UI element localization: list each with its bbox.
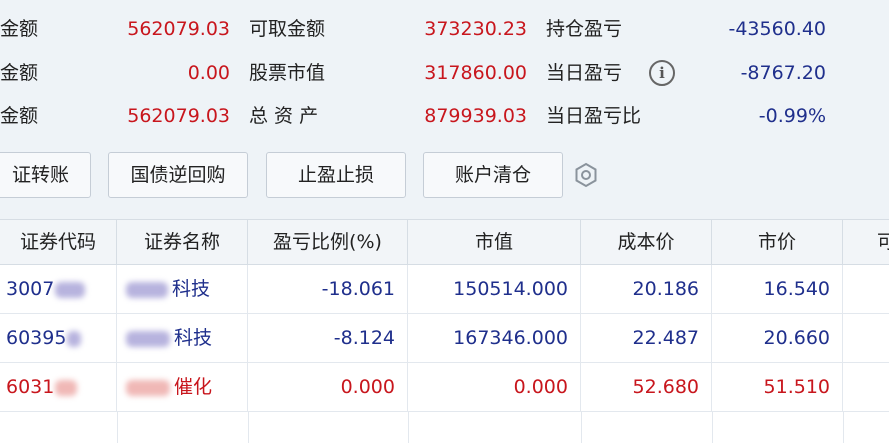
table-row[interactable]: 60395 科技 -8.124 167346.000 22.487 20.660 [0,314,889,363]
daily-pnl-value: -8767.20 [740,62,826,84]
cell-code: 60395 [0,314,117,362]
column-header-available[interactable]: 可 [843,220,889,264]
available-funds-label: 可取金额 [249,18,326,40]
summary-value: 562079.03 [127,105,230,127]
daily-pnl-label: 当日盈亏 [546,62,623,84]
column-divider [581,412,582,443]
cell-market-price: 51.510 [712,363,843,411]
total-assets-label: 总 资 产 [249,105,319,127]
cell-cost-price: 22.487 [581,314,712,362]
cell-code: 6031 [0,363,117,411]
summary-row-1: 金额 562079.03 可取金额 373230.23 持仓盈亏 -43560.… [0,17,889,41]
stop-profit-loss-button[interactable]: 止盈止损 [266,152,406,198]
summary-value: 0.00 [187,62,230,84]
cell-name: 催化 [117,363,248,411]
position-pnl-label: 持仓盈亏 [546,18,623,40]
summary-row-3: 金额 562079.03 总 资 产 879939.03 当日盈亏比 -0.99… [0,104,889,128]
total-assets-value: 879939.03 [424,105,527,127]
cell-name: 科技 [117,265,248,313]
daily-pnl-ratio-value: -0.99% [758,105,826,127]
column-divider [117,412,118,443]
cell-code: 3007 [0,265,117,313]
clear-account-button[interactable]: 账户清仓 [423,152,563,198]
summary-row-2: 金额 0.00 股票市值 317860.00 当日盈亏 -8767.20 [0,61,889,85]
account-summary: 金额 562079.03 可取金额 373230.23 持仓盈亏 -43560.… [0,0,889,140]
column-header-cost-price[interactable]: 成本价 [581,220,712,264]
cell-market-value: 0.000 [408,363,581,411]
summary-label: 金额 [0,105,39,127]
reverse-repo-button[interactable]: 国债逆回购 [108,152,248,198]
column-header-code[interactable]: 证券代码 [0,220,117,264]
cell-cost-price: 52.680 [581,363,712,411]
cell-pnl-ratio: 0.000 [248,363,408,411]
column-header-pnl-ratio[interactable]: 盈亏比例(%) [248,220,408,264]
cell-market-price: 16.540 [712,265,843,313]
cell-market-value: 150514.000 [408,265,581,313]
position-pnl-value: -43560.40 [728,18,826,40]
cell-available [843,363,889,411]
positions-table: 证券代码 证券名称 盈亏比例(%) 市值 成本价 市价 可 3007 科技 -1… [0,219,889,443]
column-header-name[interactable]: 证券名称 [117,220,248,264]
cell-available [843,265,889,313]
cell-cost-price: 20.186 [581,265,712,313]
available-funds-value: 373230.23 [424,18,527,40]
bank-transfer-button[interactable]: 证转账 [0,152,91,198]
settings-gear-icon[interactable] [573,162,599,188]
table-row[interactable]: 6031 催化 0.000 0.000 52.680 51.510 [0,363,889,412]
cell-available [843,314,889,362]
cell-market-value: 167346.000 [408,314,581,362]
summary-value: 562079.03 [127,18,230,40]
cell-pnl-ratio: -18.061 [248,265,408,313]
cell-market-price: 20.660 [712,314,843,362]
column-header-market-price[interactable]: 市价 [712,220,843,264]
cell-name: 科技 [117,314,248,362]
cell-pnl-ratio: -8.124 [248,314,408,362]
stock-market-value-label: 股票市值 [249,62,326,84]
summary-label: 金额 [0,18,39,40]
daily-pnl-ratio-label: 当日盈亏比 [546,105,642,127]
column-divider [408,412,409,443]
info-icon[interactable]: i [649,60,675,86]
column-divider [248,412,249,443]
stock-market-value: 317860.00 [424,62,527,84]
table-header: 证券代码 证券名称 盈亏比例(%) 市值 成本价 市价 可 [0,220,889,265]
column-header-market-value[interactable]: 市值 [408,220,581,264]
table-row[interactable]: 3007 科技 -18.061 150514.000 20.186 16.540 [0,265,889,314]
summary-label: 金额 [0,62,39,84]
column-divider [843,412,844,443]
column-divider [712,412,713,443]
